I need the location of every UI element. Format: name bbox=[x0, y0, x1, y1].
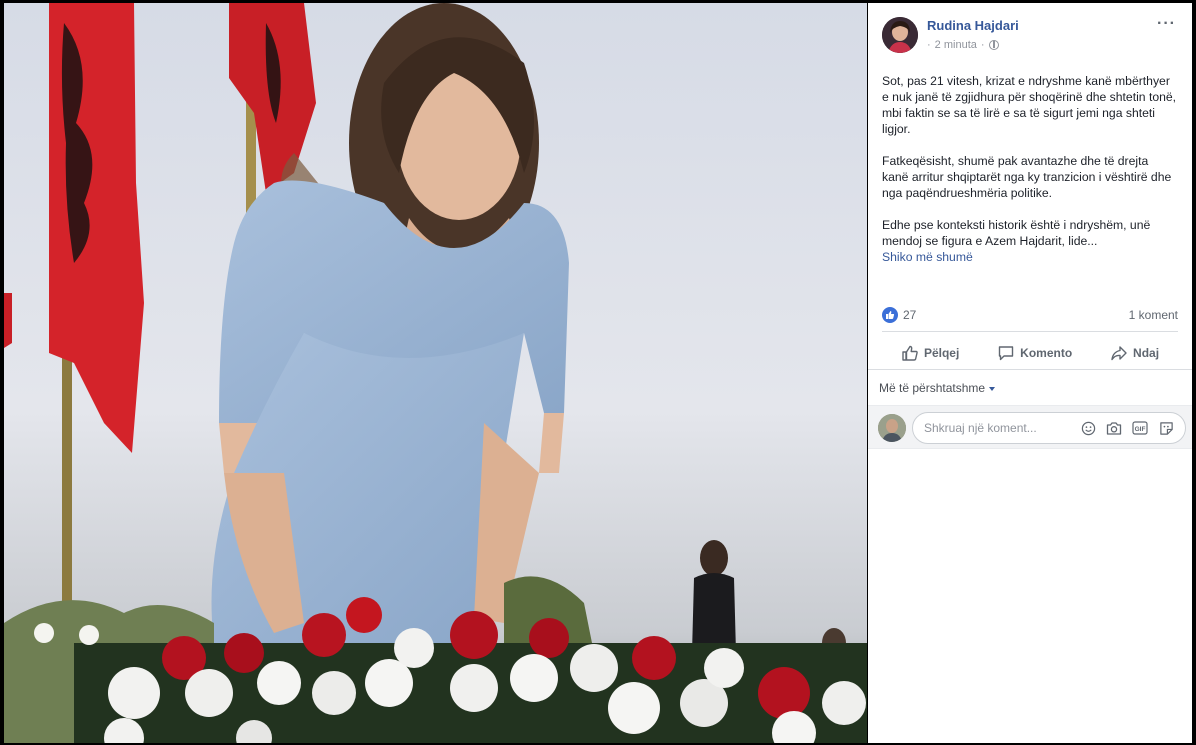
post-text: Sot, pas 21 vitesh, krizat e ndryshme ka… bbox=[882, 73, 1178, 265]
comment-count-link[interactable]: 1 koment bbox=[1129, 308, 1178, 322]
like-count: 27 bbox=[903, 308, 917, 322]
comment-button-label: Komento bbox=[1020, 346, 1073, 360]
svg-text:GIF: GIF bbox=[1135, 426, 1146, 433]
comment-composer: GIF bbox=[868, 405, 1192, 449]
globe-icon[interactable] bbox=[988, 40, 999, 50]
share-button[interactable]: Ndaj bbox=[1110, 344, 1159, 362]
post-paragraph: Edhe pse konteksti historik është i ndry… bbox=[882, 218, 1151, 248]
emoji-icon[interactable] bbox=[1080, 420, 1096, 436]
share-icon bbox=[1111, 346, 1127, 361]
comment-sort-label: Më të përshtatshme bbox=[879, 381, 986, 395]
meta-separator: · bbox=[927, 39, 931, 51]
like-button-label: Pëlqej bbox=[923, 346, 960, 360]
photo-illustration bbox=[4, 3, 867, 743]
like-summary[interactable]: 27 bbox=[882, 307, 916, 323]
sticker-icon[interactable] bbox=[1158, 420, 1174, 436]
post-actions: Pëlqej Komento Ndaj bbox=[882, 337, 1178, 369]
author-name[interactable]: Rudina Hajdari bbox=[927, 18, 1019, 33]
camera-icon[interactable] bbox=[1106, 420, 1122, 436]
thumbs-up-icon bbox=[902, 345, 918, 361]
share-button-label: Ndaj bbox=[1133, 346, 1160, 360]
comment-icon bbox=[998, 346, 1014, 361]
see-more-link[interactable]: Shiko më shumë bbox=[882, 249, 1178, 265]
author-avatar[interactable] bbox=[882, 17, 918, 53]
post-photo[interactable] bbox=[4, 3, 867, 743]
reactions-bar: 27 1 koment bbox=[882, 305, 1178, 325]
like-button[interactable]: Pëlqej bbox=[901, 344, 959, 362]
post-header: Rudina Hajdari · 2 minuta · ··· bbox=[868, 3, 1192, 61]
post-paragraph: Fatkeqësisht, shumë pak avantazhe dhe të… bbox=[882, 154, 1172, 200]
divider bbox=[882, 331, 1178, 332]
more-options-icon[interactable]: ··· bbox=[1157, 15, 1176, 33]
meta-separator: · bbox=[980, 39, 985, 51]
post-paragraph: Sot, pas 21 vitesh, krizat e ndryshme ka… bbox=[882, 74, 1177, 136]
post-meta: · 2 minuta · bbox=[927, 39, 999, 51]
comment-button[interactable]: Komento bbox=[997, 344, 1072, 362]
comment-input-icons: GIF bbox=[1080, 420, 1174, 436]
current-user-avatar[interactable] bbox=[878, 414, 906, 442]
comment-sort-dropdown[interactable]: Më të përshtatshme bbox=[868, 369, 1192, 405]
post-timestamp[interactable]: 2 minuta bbox=[935, 39, 977, 51]
like-reaction-icon bbox=[882, 307, 898, 323]
gif-icon[interactable]: GIF bbox=[1132, 420, 1148, 436]
caret-down-icon bbox=[989, 386, 996, 391]
post-side-panel: Rudina Hajdari · 2 minuta · ··· Sot, pas… bbox=[868, 3, 1192, 743]
